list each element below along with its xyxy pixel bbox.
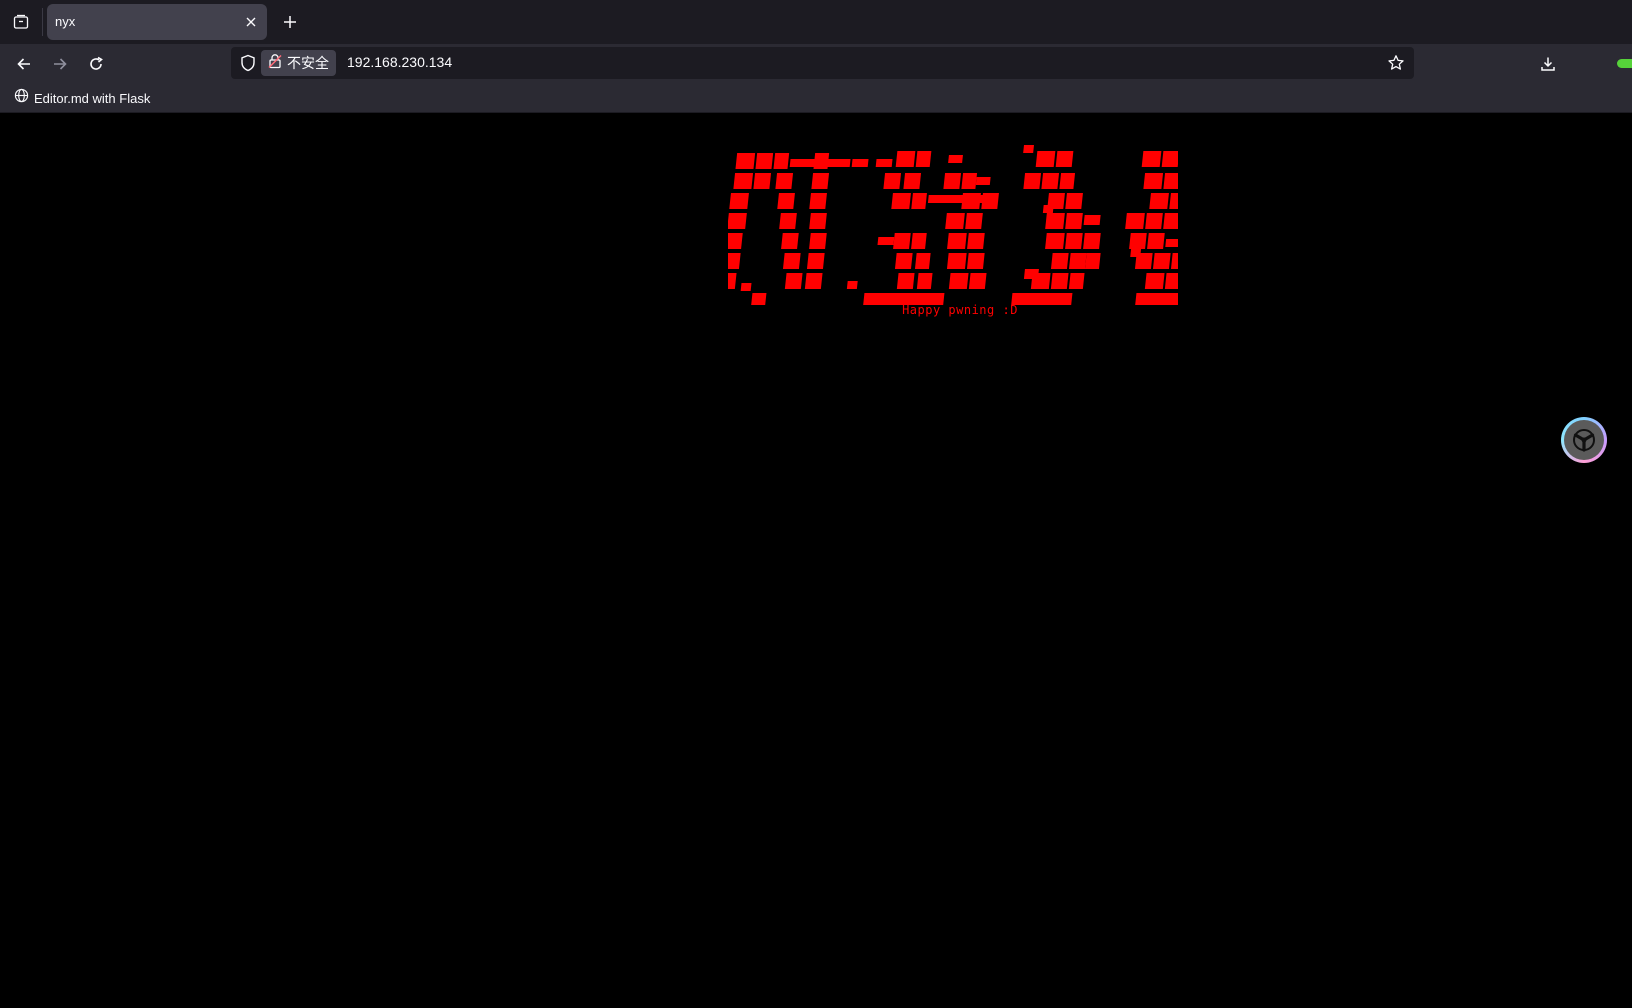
insecure-lock-icon bbox=[267, 53, 283, 74]
plus-icon[interactable] bbox=[279, 11, 301, 33]
tab-divider bbox=[42, 8, 43, 36]
shield-icon[interactable] bbox=[239, 54, 257, 72]
page-viewport: Happy pwning :D bbox=[0, 113, 1632, 1008]
address-bar[interactable]: 不安全 192.168.230.134 bbox=[231, 47, 1414, 79]
globe-icon bbox=[14, 88, 29, 108]
connection-security-badge[interactable]: 不安全 bbox=[261, 50, 336, 76]
tab-nyx[interactable]: nyx bbox=[47, 4, 267, 40]
url-text[interactable]: 192.168.230.134 bbox=[347, 54, 452, 70]
tab-bar: nyx bbox=[0, 0, 1632, 44]
close-icon[interactable] bbox=[241, 12, 261, 32]
assistant-icon[interactable] bbox=[1561, 417, 1607, 463]
bookmark-label: Editor.md with Flask bbox=[34, 90, 151, 106]
tab-list-icon[interactable] bbox=[10, 11, 32, 33]
bookmark-editor-md[interactable]: Editor.md with Flask bbox=[8, 87, 156, 109]
navigation-toolbar: 不安全 192.168.230.134 bbox=[0, 44, 1632, 84]
bookmarks-toolbar: Editor.md with Flask bbox=[0, 84, 1632, 113]
forward-arrow-icon[interactable] bbox=[46, 50, 74, 78]
reload-icon[interactable] bbox=[82, 50, 110, 78]
download-icon[interactable] bbox=[1534, 50, 1562, 78]
back-arrow-icon[interactable] bbox=[10, 50, 38, 78]
star-icon[interactable] bbox=[1386, 53, 1406, 73]
security-label: 不安全 bbox=[287, 55, 329, 71]
extension-status-indicator[interactable] bbox=[1617, 59, 1632, 68]
ascii-art-banner bbox=[728, 145, 1178, 305]
tab-title: nyx bbox=[55, 14, 76, 29]
tagline-text: Happy pwning :D bbox=[902, 303, 1018, 317]
assistant-icon-inner bbox=[1564, 420, 1604, 460]
